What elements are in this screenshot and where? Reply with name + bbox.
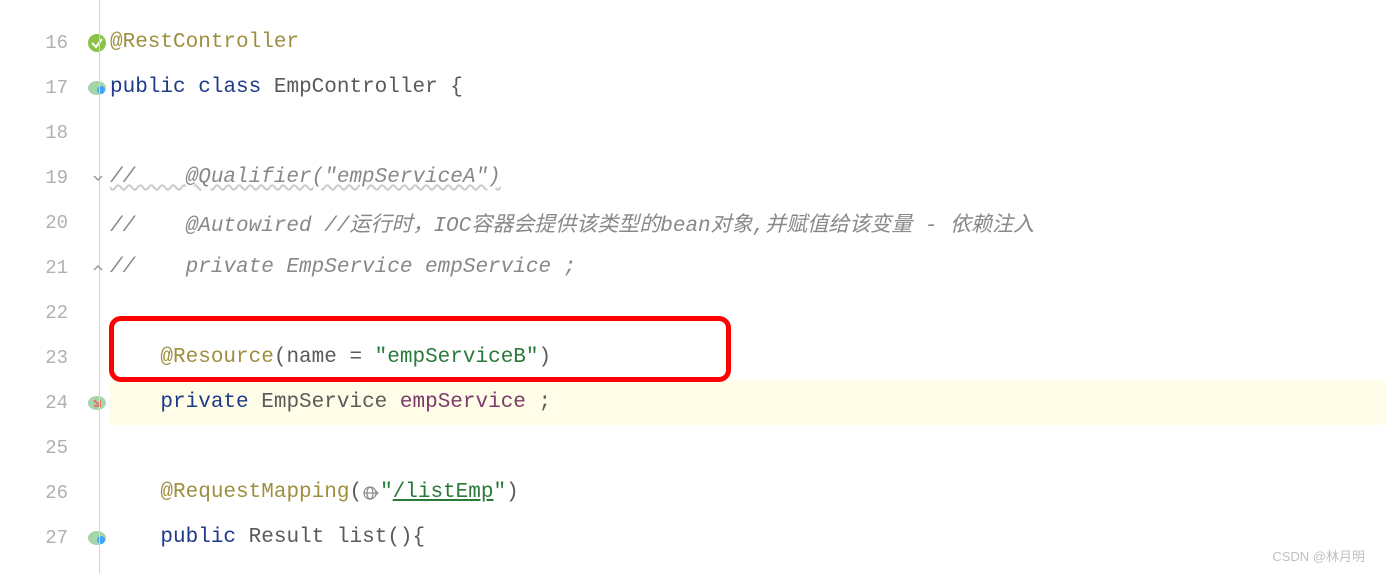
url-path[interactable]: /listEmp [393,481,494,504]
line-number: 25 [45,437,68,459]
line-number-row[interactable]: 23 [0,335,80,380]
code-line[interactable]: @RestController [110,20,1385,65]
line-number: 18 [45,122,68,144]
annotation: @RestController [110,31,299,54]
param-name: name = [286,346,374,369]
code-line[interactable]: // @Qualifier("empServiceA") [110,155,1385,200]
watermark: CSDN @林月明 [1272,546,1365,565]
keyword: public [160,526,236,549]
line-number: 23 [45,347,68,369]
line-number-row[interactable]: 17 [0,65,80,110]
code-line[interactable]: @Resource(name = "empServiceB") [110,335,1385,380]
class-name: EmpController [274,76,438,99]
keyword: class [198,76,261,99]
line-number: 20 [45,212,68,234]
line-number-row[interactable]: 16 [0,20,80,65]
paren-close: ) [506,481,519,504]
semicolon: ; [526,391,551,414]
line-number: 24 [45,392,68,414]
line-number-row[interactable]: 26 [0,470,80,515]
gutter: 16 17 18 19 20 21 22 23 24 [0,0,80,573]
line-number-row[interactable]: 19 [0,155,80,200]
line-number: 19 [45,167,68,189]
code-line[interactable]: public Result list(){ [110,515,1385,560]
line-number-row[interactable]: 25 [0,425,80,470]
line-number: 22 [45,302,68,324]
method-name: list [337,526,387,549]
line-number-row[interactable]: 20 [0,200,80,245]
code-line[interactable] [110,110,1385,155]
string: "empServiceB" [375,346,539,369]
globe-icon[interactable] [362,484,380,502]
code-editor[interactable]: 16 17 18 19 20 21 22 23 24 [0,0,1385,573]
line-number-row[interactable]: 27 [0,515,80,560]
code-line[interactable]: // private EmpService empService ; [110,245,1385,290]
parens-brace: (){ [387,526,425,549]
fold-marker-icon[interactable] [92,262,104,274]
annotation: @RequestMapping [160,481,349,504]
line-number-row[interactable]: 22 [0,290,80,335]
field: empService [400,391,526,414]
keyword: public [110,76,186,99]
paren-open: ( [274,346,287,369]
line-number-row[interactable]: 24 [0,380,80,425]
code-line[interactable]: public class EmpController { [110,65,1385,110]
brace: { [438,76,463,99]
comment: // @Autowired //运行时，IOC容器会提供该类型的bean对象,并… [110,208,1034,238]
code-line[interactable] [110,290,1385,335]
code-line[interactable] [110,425,1385,470]
comment: // @Qualifier("empServiceA") [110,166,501,189]
paren-open: ( [349,481,362,504]
paren-close: ) [539,346,552,369]
annotation: @Resource [160,346,273,369]
line-number: 16 [45,32,68,54]
code-line-current[interactable]: private EmpService empService ; [110,380,1385,425]
code-line[interactable]: // @Autowired //运行时，IOC容器会提供该类型的bean对象,并… [110,200,1385,245]
line-number-row[interactable]: 21 [0,245,80,290]
type: EmpService [261,391,387,414]
type: Result [249,526,325,549]
line-number: 26 [45,482,68,504]
code-line[interactable]: @RequestMapping( "/listEmp") [110,470,1385,515]
string-close: " [494,481,507,504]
line-number-row[interactable]: 18 [0,110,80,155]
line-number: 21 [45,257,68,279]
string-open: " [380,481,393,504]
comment: // private EmpService empService ; [110,256,576,279]
line-number: 27 [45,527,68,549]
fold-marker-icon[interactable] [92,172,104,184]
line-number: 17 [45,77,68,99]
keyword: private [160,391,248,414]
code-area[interactable]: @RestController public class EmpControll… [80,0,1385,573]
